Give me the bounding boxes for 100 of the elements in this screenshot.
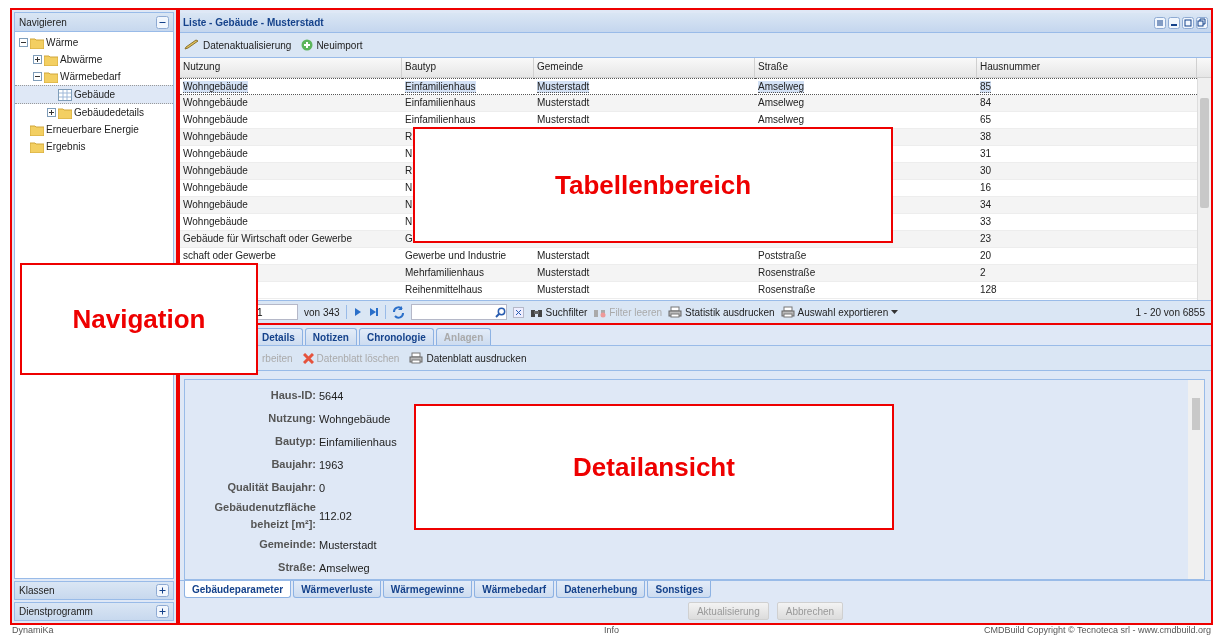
table-cell[interactable]: Poststraße [758,250,807,261]
tree-item[interactable]: Gebäude [15,85,173,104]
column-header[interactable]: Straße [755,58,977,77]
table-cell[interactable]: 30 [980,165,992,176]
table-cell[interactable]: 2 [980,267,986,278]
tree-item[interactable]: Wärme [15,34,173,51]
search-field[interactable] [410,304,507,320]
table-cell[interactable]: Wohngebäude [183,199,248,210]
field-value: 112.02 [319,510,352,522]
record-count: 1 - 20 von 6855 [1135,306,1205,318]
toolbar-button[interactable]: Suchfilter [529,306,588,318]
table-cell[interactable]: 33 [980,216,992,227]
table-cell[interactable]: 20 [980,250,992,261]
table-cell[interactable]: 34 [980,199,992,210]
tab[interactable]: Notizen [304,328,357,345]
tab[interactable]: Wärmegewinne [382,581,473,598]
toolbar-button[interactable]: Auswahl exportieren [780,306,899,318]
table-cell[interactable]: Musterstadt [537,81,590,93]
column-header[interactable]: Bautyp [402,58,534,77]
table-cell[interactable]: N [405,216,413,227]
printer-icon [780,306,795,318]
table-cell[interactable]: Wohngebäude [183,131,248,142]
table-cell[interactable]: N [405,182,413,193]
table-cell[interactable]: Wohngebäude [183,165,248,176]
tab[interactable]: Wärmebedarf [474,581,555,598]
tree-item[interactable]: Abwärme [15,51,173,68]
last-page-icon[interactable] [368,307,379,317]
expand-icon[interactable] [156,605,169,618]
folder-icon [30,36,44,49]
maximize-icon[interactable] [1182,16,1194,29]
table-cell[interactable]: Musterstadt [537,114,590,125]
accordion-title: Dienstprogramm [19,606,93,617]
table-cell[interactable]: Amselweg [758,81,805,93]
expand-icon[interactable] [156,584,169,597]
refresh-icon[interactable] [391,305,405,319]
table-cell[interactable]: R [405,165,413,176]
table-cell[interactable]: 128 [980,284,997,295]
table-cell[interactable]: 65 [980,114,992,125]
tree-item[interactable]: Ergebnis [15,138,173,155]
field-value: 0 [319,481,326,494]
table-cell[interactable]: Musterstadt [537,267,590,278]
table-cell[interactable]: 84 [980,97,992,108]
table-cell[interactable]: 23 [980,233,992,244]
tree-item[interactable]: Gebäudedetails [15,104,173,121]
table-cell[interactable]: Wohngebäude [183,216,248,227]
field-label: Gemeinde: [258,537,316,552]
tab[interactable]: Chronologie [358,328,434,345]
table-cell[interactable]: 31 [980,148,992,159]
accordion-header[interactable]: Klassen [14,581,174,600]
column-header[interactable]: Nutzung [180,58,402,77]
table-cell[interactable]: R [405,131,413,142]
table-cell[interactable]: Gebäude für Wirtschaft oder Gewerbe [183,233,352,244]
tab[interactable]: Sonstiges [647,581,712,598]
table-cell[interactable]: Wohngebäude [183,81,248,93]
table-cell[interactable]: Einfamilienhaus [405,114,476,125]
collapse-icon[interactable] [156,15,169,29]
column-header[interactable]: Hausnummer [977,58,1197,77]
field-label: Baujahr: [270,457,316,472]
table-cell[interactable]: Musterstadt [537,97,590,108]
minimize-icon[interactable] [1168,16,1180,29]
tab[interactable]: Gebäudeparameter [184,581,292,598]
table-cell[interactable]: Einfamilienhaus [405,97,476,108]
search-icon[interactable] [494,306,506,318]
tree-item[interactable]: Erneuerbare Energie [15,121,173,138]
clear-icon[interactable] [512,306,524,318]
table-cell[interactable]: Wohngebäude [183,182,248,193]
table-cell[interactable]: Musterstadt [537,250,590,261]
column-header[interactable]: Gemeinde [534,58,755,77]
table-cell[interactable]: Mehrfamilienhaus [405,267,484,278]
table-cell[interactable]: G [405,233,413,244]
table-cell[interactable]: Amselweg [758,114,805,125]
folder-icon [30,140,44,153]
accordion-header[interactable]: Dienstprogramm [14,602,174,621]
next-page-icon[interactable] [352,307,363,317]
table-cell[interactable]: Reihenmittelhaus [405,284,483,295]
table-cell[interactable]: 85 [980,81,992,93]
toolbar-button[interactable]: Neuimport [301,39,363,51]
table-cell[interactable]: N [405,199,413,210]
tree-item[interactable]: Wärmebedarf [15,68,173,85]
toolbar-button[interactable]: Datenblatt ausdrucken [409,352,527,364]
table-cell[interactable]: Rosenstraße [758,284,816,295]
table-cell[interactable]: N [405,148,413,159]
table-cell[interactable]: Rosenstraße [758,267,816,278]
table-cell[interactable]: Musterstadt [537,284,590,295]
table-cell[interactable]: 38 [980,131,992,142]
table-cell[interactable]: Amselweg [758,97,805,108]
toolbar-button[interactable]: Statistik ausdrucken [668,306,775,318]
tab[interactable]: Wärmeverluste [293,581,381,598]
table-cell[interactable]: Wohngebäude [183,114,248,125]
table-cell[interactable]: Wohngebäude [183,148,248,159]
field-label: Qualität Baujahr: [226,480,316,495]
table-cell[interactable]: Einfamilienhaus [405,81,476,93]
restore-icon[interactable] [1196,16,1208,29]
footer-text: Info [604,625,619,637]
table-cell[interactable]: Gewerbe und Industrie [405,250,507,261]
table-cell[interactable]: 16 [980,182,992,193]
toolbar-button[interactable]: Datenaktualisierung [184,39,292,51]
table-cell[interactable]: schaft oder Gewerbe [183,250,276,261]
table-cell[interactable]: Wohngebäude [183,97,248,108]
tab[interactable]: Datenerhebung [556,581,646,598]
